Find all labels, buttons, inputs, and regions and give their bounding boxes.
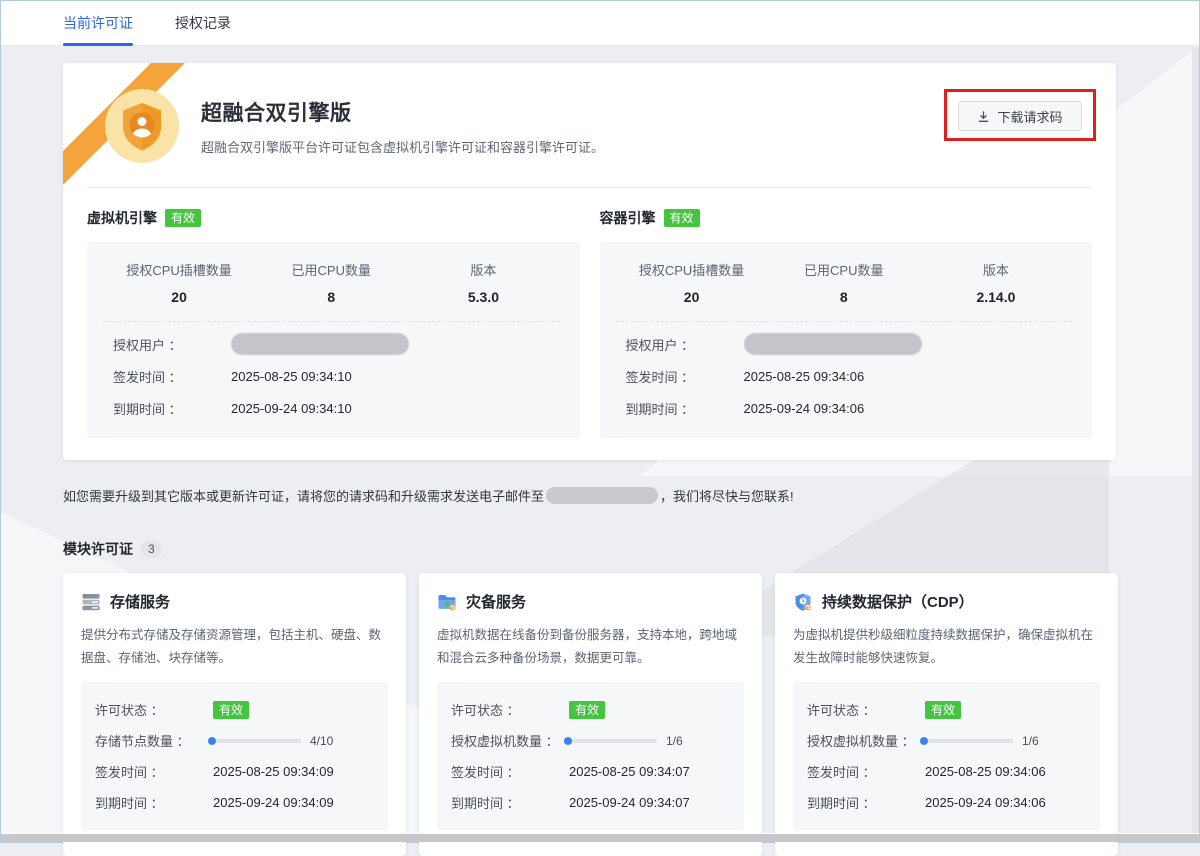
status-badge: 有效 xyxy=(165,209,201,227)
expire-time-value: 2025-09-24 09:34:06 xyxy=(744,401,865,416)
module-card-title: 灾备服务 xyxy=(466,591,526,612)
module-licenses-heading: 模块许可证 xyxy=(63,539,133,559)
module-card-panel: 许可状态 ：有效 授权虚拟机数量 ： 1/6 签发时间 ：2025-08-25 … xyxy=(437,682,744,830)
module-card-panel: 许可状态 ：有效 存储节点数量 ： 4/10 签发时间 ：2025-08-25 … xyxy=(81,682,388,830)
engine-title: 虚拟机引擎 xyxy=(87,208,157,228)
field-label: 签发时间 ： xyxy=(113,367,231,386)
upgrade-note-prefix: 如您需要升级到其它版本或更新许可证，请将您的请求码和升级需求发送电子邮件至 xyxy=(63,486,544,505)
field-label: 许可状态 ： xyxy=(451,700,569,719)
tab-authorization-records[interactable]: 授权记录 xyxy=(175,1,231,45)
quota-value: 1/6 xyxy=(1022,734,1039,748)
field-label: 授权用户 ： xyxy=(626,335,744,354)
download-button-label: 下载请求码 xyxy=(997,107,1062,126)
storage-server-icon xyxy=(81,592,101,612)
field-label: 授权虚拟机数量 ： xyxy=(807,731,925,750)
engine-section-container: 容器引擎 有效 授权CPU插槽数量 20 已用CPU数量 8 版本 2.14.0 授权… xyxy=(600,208,1093,438)
status-badge: 有效 xyxy=(569,701,605,719)
field-label: 存储节点数量 ： xyxy=(95,731,213,750)
status-badge: 有效 xyxy=(925,701,961,719)
issue-time-value: 2025-08-25 09:34:10 xyxy=(231,369,352,384)
redacted-user-value xyxy=(744,333,922,355)
quota-progress: 4/10 xyxy=(213,734,333,748)
status-badge: 有效 xyxy=(664,209,700,227)
module-card-backup: 灾备服务 虚拟机数据在线备份到备份服务器，支持本地，跨地域和混合云多种备份场景，… xyxy=(419,573,762,856)
upgrade-note-suffix: ，我们将尽快与您联系! xyxy=(660,486,794,505)
engine-panel: 授权CPU插槽数量 20 已用CPU数量 8 版本 5.3.0 授权用户 ： 签发时间… xyxy=(87,242,580,438)
module-card-description: 提供分布式存储及存储资源管理，包括主机、硬盘、数据盘、存储池、块存储等。 xyxy=(81,624,388,670)
module-card-cdp: 持续数据保护（CDP） 为虚拟机提供秒级细粒度持续数据保护，确保虚拟机在发生故障… xyxy=(775,573,1118,856)
license-card: 超融合双引擎版 超融合双引擎版平台许可证包含虚拟机引擎许可证和容器引擎许可证。 … xyxy=(63,63,1116,460)
module-card-description: 虚拟机数据在线备份到备份服务器，支持本地，跨地域和混合云多种备份场景，数据更可靠… xyxy=(437,624,744,670)
quota-progress: 1/6 xyxy=(925,734,1039,748)
expire-time-value: 2025-09-24 09:34:07 xyxy=(569,795,690,810)
dashed-divider xyxy=(616,321,1073,322)
field-label: 签发时间 ： xyxy=(451,762,569,781)
module-count-badge: 3 xyxy=(141,541,162,558)
license-tabbar: 当前许可证 授权记录 xyxy=(1,1,1199,46)
stat-value: 2.14.0 xyxy=(920,289,1072,305)
field-label: 到期时间 ： xyxy=(626,399,744,418)
quota-value: 4/10 xyxy=(310,734,333,748)
expire-time-value: 2025-09-24 09:34:06 xyxy=(925,795,1046,810)
download-icon xyxy=(977,110,990,123)
progress-track xyxy=(925,739,1013,743)
issue-time-value: 2025-08-25 09:34:07 xyxy=(569,764,690,779)
module-card-description: 为虚拟机提供秒级细粒度持续数据保护，确保虚拟机在发生故障时能够快速恢复。 xyxy=(793,624,1100,670)
download-request-code-button[interactable]: 下载请求码 xyxy=(958,101,1082,131)
field-label: 许可状态 ： xyxy=(807,700,925,719)
stat-label: 版本 xyxy=(920,260,1072,279)
stat-label: 授权CPU插槽数量 xyxy=(103,260,255,279)
stat-value: 20 xyxy=(103,289,255,305)
field-label: 签发时间 ： xyxy=(807,762,925,781)
quota-progress: 1/6 xyxy=(569,734,683,748)
progress-track xyxy=(569,739,657,743)
progress-track xyxy=(213,739,301,743)
field-label: 到期时间 ： xyxy=(95,793,213,812)
stat-label: 授权CPU插槽数量 xyxy=(616,260,768,279)
license-subtitle: 超融合双引擎版平台许可证包含虚拟机引擎许可证和容器引擎许可证。 xyxy=(201,137,604,156)
field-label: 签发时间 ： xyxy=(95,762,213,781)
stat-value: 5.3.0 xyxy=(407,289,559,305)
module-card-storage: 存储服务 提供分布式存储及存储资源管理，包括主机、硬盘、数据盘、存储池、块存储等… xyxy=(63,573,406,856)
page-content: 超融合双引擎版 超融合双引擎版平台许可证包含虚拟机引擎许可证和容器引擎许可证。 … xyxy=(1,46,1199,856)
engine-panel: 授权CPU插槽数量 20 已用CPU数量 8 版本 2.14.0 授权用户 ： 签发时… xyxy=(600,242,1093,438)
horizontal-scrollbar[interactable] xyxy=(1,833,1199,842)
stat-value: 8 xyxy=(255,289,407,305)
stat-value: 8 xyxy=(768,289,920,305)
vertical-scrollbar[interactable] xyxy=(1192,47,1199,833)
engine-section-vm: 虚拟机引擎 有效 授权CPU插槽数量 20 已用CPU数量 8 版本 5.3.0 授权… xyxy=(87,208,580,438)
license-shield-avatar xyxy=(105,89,179,163)
stat-label: 版本 xyxy=(407,260,559,279)
engine-title: 容器引擎 xyxy=(600,208,656,228)
field-label: 授权虚拟机数量 ： xyxy=(451,731,569,750)
license-title: 超融合双引擎版 xyxy=(201,97,604,127)
issue-time-value: 2025-08-25 09:34:09 xyxy=(213,764,334,779)
field-label: 到期时间 ： xyxy=(807,793,925,812)
expire-time-value: 2025-09-24 09:34:10 xyxy=(231,401,352,416)
dashed-divider xyxy=(103,321,560,322)
status-badge: 有效 xyxy=(213,701,249,719)
module-card-title: 存储服务 xyxy=(110,591,170,612)
quota-value: 1/6 xyxy=(666,734,683,748)
module-card-panel: 许可状态 ：有效 授权虚拟机数量 ： 1/6 签发时间 ：2025-08-25 … xyxy=(793,682,1100,830)
backup-folder-icon xyxy=(437,592,457,612)
stat-label: 已用CPU数量 xyxy=(768,260,920,279)
redacted-user-value xyxy=(231,333,409,355)
stat-label: 已用CPU数量 xyxy=(255,260,407,279)
field-label: 授权用户 ： xyxy=(113,335,231,354)
field-label: 签发时间 ： xyxy=(626,367,744,386)
module-card-title: 持续数据保护（CDP） xyxy=(822,591,974,612)
expire-time-value: 2025-09-24 09:34:09 xyxy=(213,795,334,810)
redacted-email xyxy=(546,487,658,504)
field-label: 许可状态 ： xyxy=(95,700,213,719)
upgrade-note: 如您需要升级到其它版本或更新许可证，请将您的请求码和升级需求发送电子邮件至 ，我… xyxy=(63,486,1137,505)
cdp-shield-icon xyxy=(793,592,813,612)
license-header: 超融合双引擎版 超融合双引擎版平台许可证包含虚拟机引擎许可证和容器引擎许可证。 … xyxy=(63,63,1116,187)
field-label: 到期时间 ： xyxy=(113,399,231,418)
stat-value: 20 xyxy=(616,289,768,305)
issue-time-value: 2025-08-25 09:34:06 xyxy=(925,764,1046,779)
issue-time-value: 2025-08-25 09:34:06 xyxy=(744,369,865,384)
tab-current-license[interactable]: 当前许可证 xyxy=(63,1,133,45)
field-label: 到期时间 ： xyxy=(451,793,569,812)
